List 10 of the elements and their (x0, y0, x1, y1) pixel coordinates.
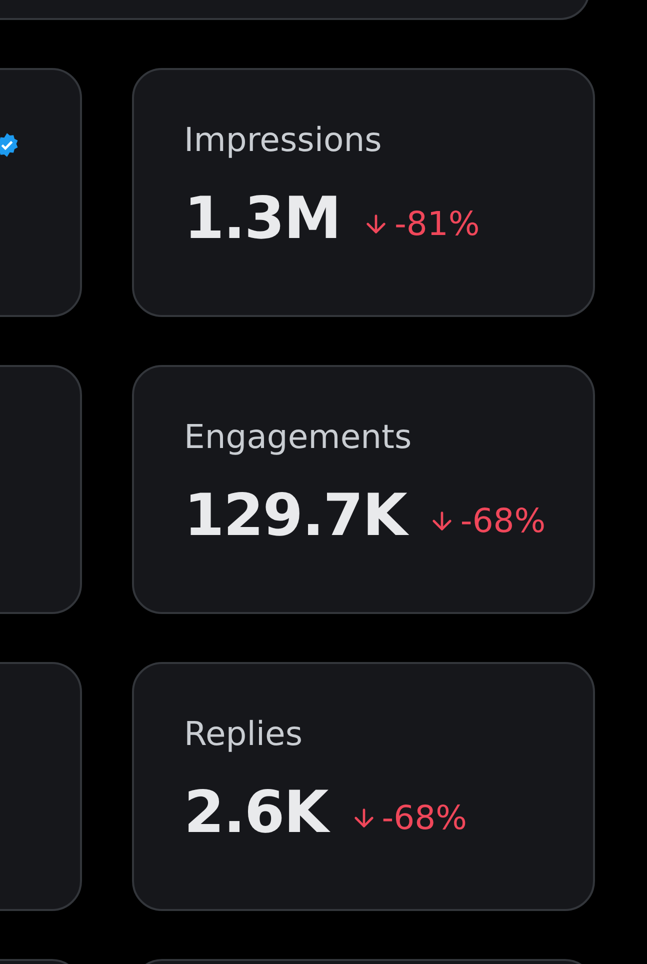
metric-label: Replies (184, 714, 303, 754)
metric-label: Engagements (184, 417, 412, 457)
metric-value: 129.7K (184, 483, 406, 547)
metric-change: -68% (460, 501, 546, 541)
metric-value: 2.6K (184, 780, 328, 844)
metric-label: Impressions (184, 120, 382, 160)
verified-badge-icon (0, 132, 20, 158)
metric-change: -81% (394, 204, 480, 244)
metric-change: -68% (382, 798, 467, 838)
metric-value: 1.3M (184, 186, 340, 250)
